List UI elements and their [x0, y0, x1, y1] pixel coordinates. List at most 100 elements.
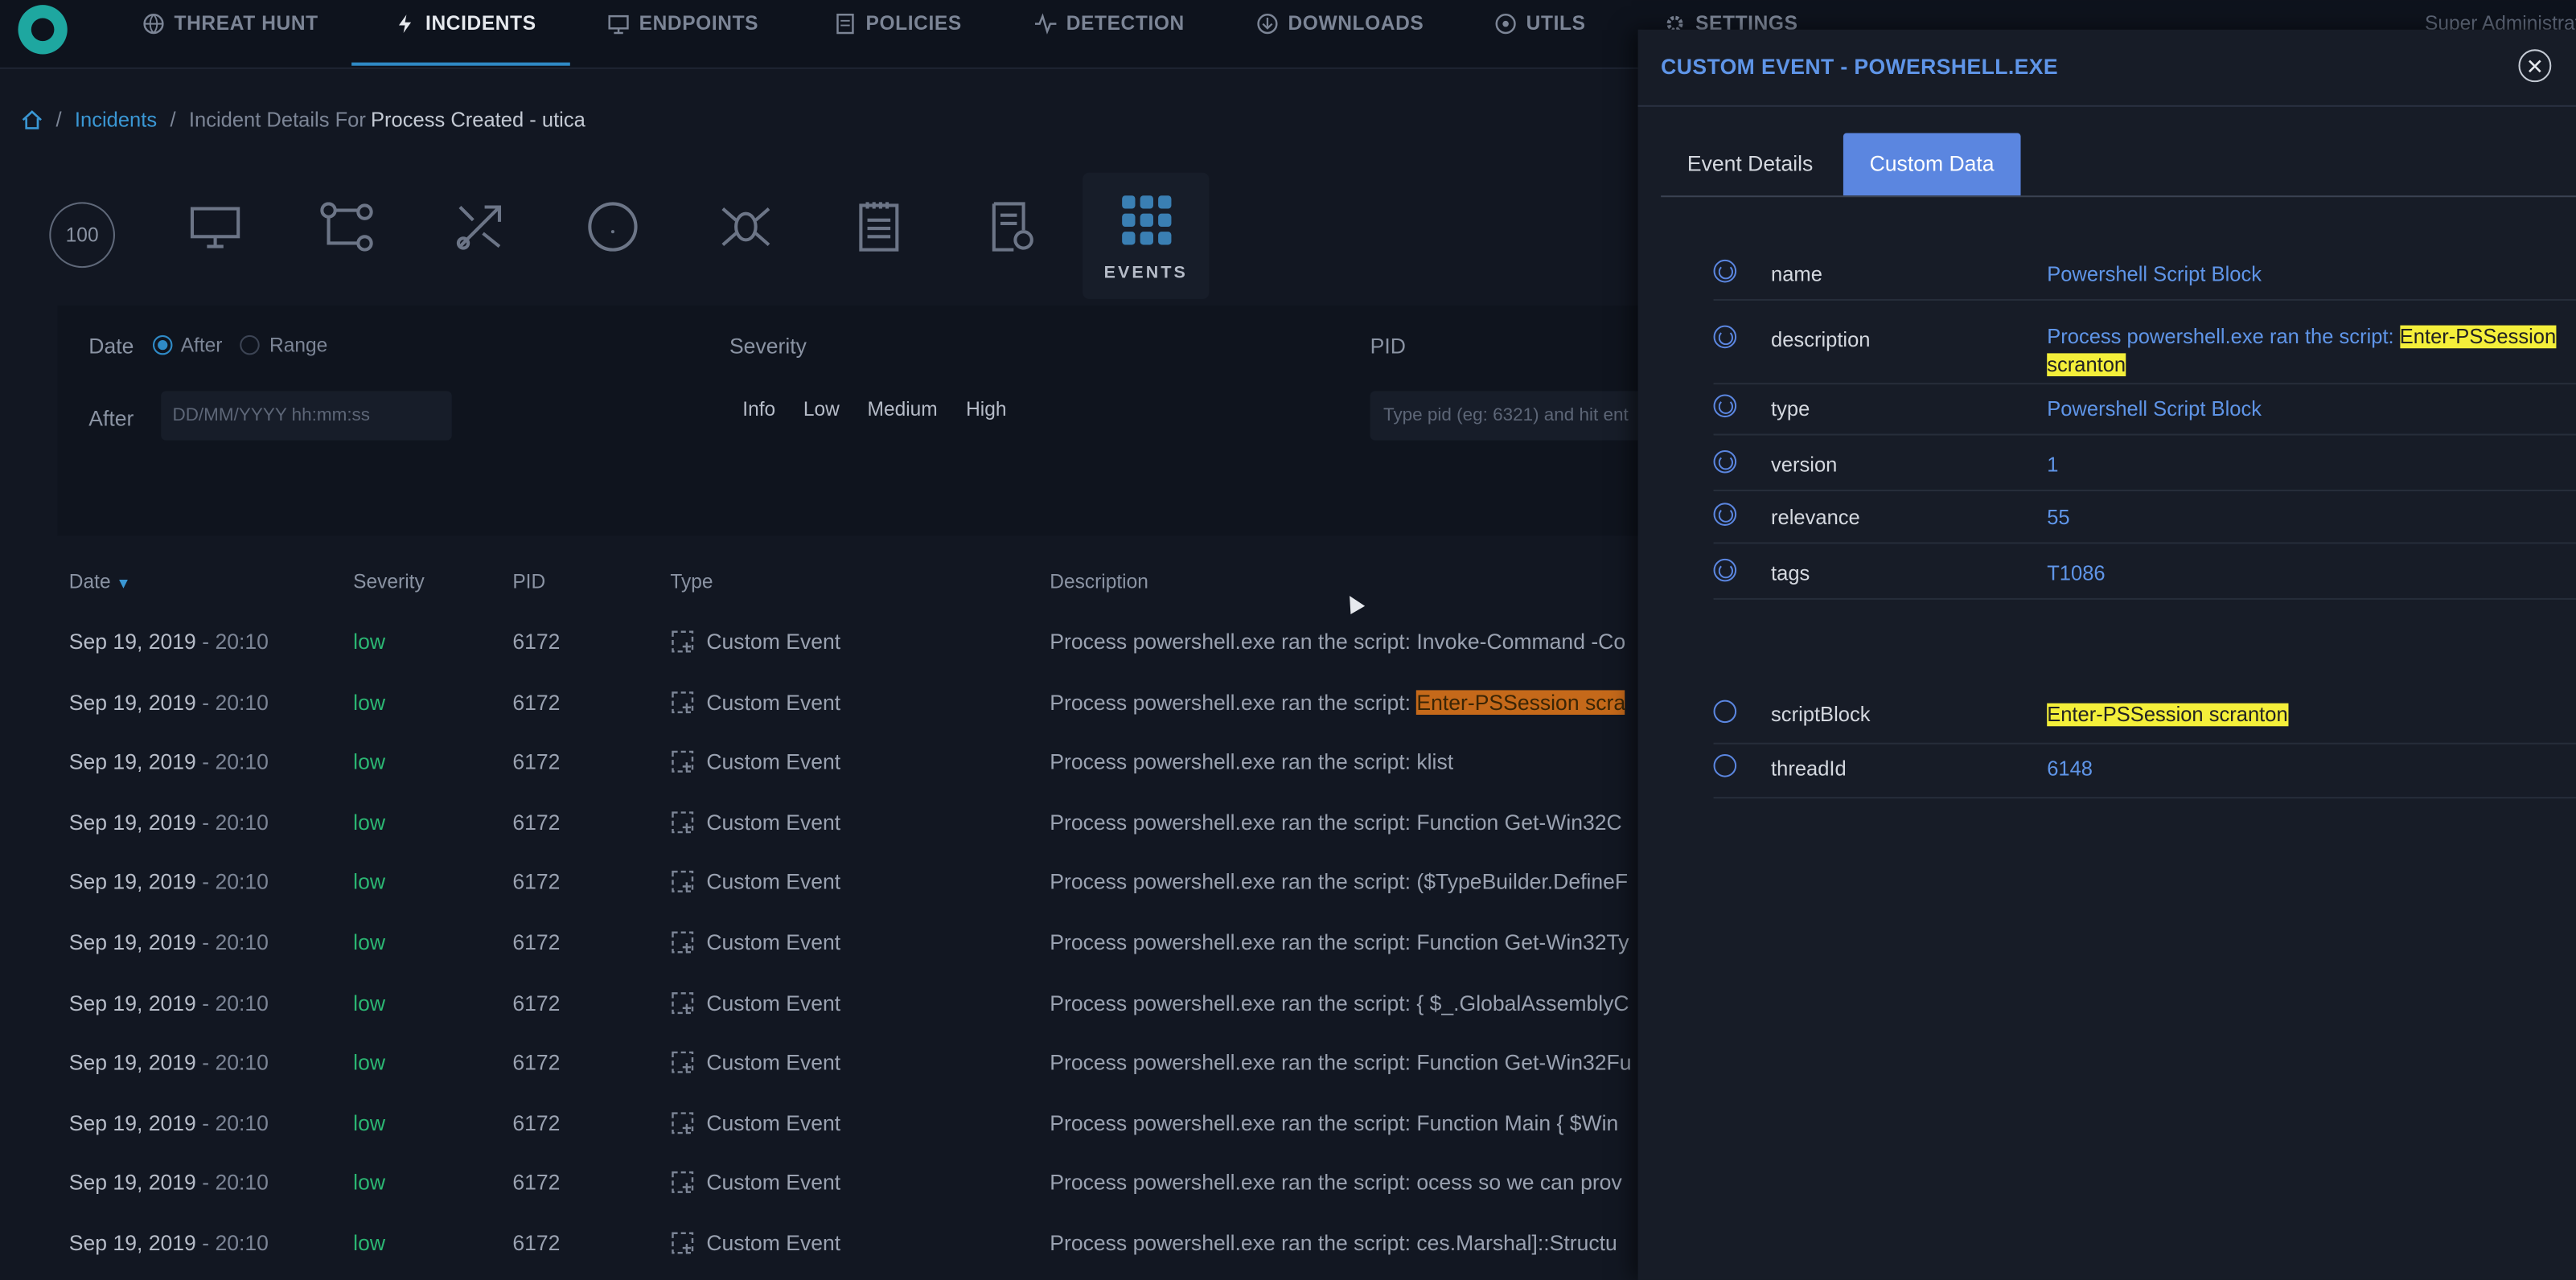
header-label: Date: [68, 570, 111, 593]
row-divider: [1713, 433, 2576, 436]
field-key: relevance: [1771, 506, 1860, 530]
sort-down-icon[interactable]: ▼: [116, 575, 130, 591]
cell-description: Process powershell.exe ran the script: I…: [1050, 630, 1637, 654]
custom-event-icon: [672, 630, 694, 653]
expand-icon[interactable]: [1713, 394, 1737, 418]
description-prefix: Process powershell.exe ran the script:: [1050, 990, 1411, 1015]
date-text: Sep 19, 2019: [68, 929, 196, 955]
expand-icon[interactable]: [1713, 325, 1737, 349]
field-key: scriptBlock: [1771, 703, 1871, 727]
type-text: Custom Event: [706, 1050, 841, 1075]
column-header-pid[interactable]: PID: [512, 570, 545, 593]
time-text: - 20:10: [202, 929, 269, 955]
type-text: Custom Event: [706, 1110, 841, 1135]
time-text: - 20:10: [202, 1230, 269, 1256]
table-row[interactable]: Sep 19, 2019 - 20:10 low 6172 Custom Event P…: [0, 930, 1638, 990]
field-key: type: [1771, 397, 1810, 421]
expand-icon[interactable]: [1713, 503, 1737, 526]
column-header-severity[interactable]: Severity: [353, 570, 425, 593]
cell-pid: 6172: [512, 869, 561, 895]
column-header-type[interactable]: Type: [670, 570, 713, 593]
table-row[interactable]: Sep 19, 2019 - 20:10 low 6172 Custom Event P…: [0, 1110, 1638, 1170]
cell-description: Process powershell.exe ran the script: F…: [1050, 930, 1637, 955]
date-text: Sep 19, 2019: [68, 629, 196, 654]
tab-event-details[interactable]: Event Details: [1661, 133, 1839, 196]
description-script: { $_.GlobalAssemblyC: [1416, 990, 1629, 1015]
custom-event-icon: [672, 691, 694, 713]
cell-pid: 6172: [512, 629, 561, 654]
expand-icon[interactable]: [1713, 449, 1737, 474]
radio-icon[interactable]: [1713, 699, 1737, 724]
cell-severity: low: [353, 990, 386, 1015]
cell-description: Process powershell.exe ran the script: k…: [1050, 749, 1637, 774]
table-row[interactable]: Sep 19, 2019 - 20:10 low 6172 Custom Event P…: [0, 810, 1638, 869]
value-prefix: Process powershell.exe ran the script:: [2047, 325, 2394, 349]
cell-type: Custom Event: [670, 630, 840, 654]
value-highlight: Enter-PSSession scranton: [2047, 703, 2288, 727]
tab-custom-data[interactable]: Custom Data: [1843, 133, 2021, 196]
table-row[interactable]: Sep 19, 2019 - 20:10 low 6172 Custom Event P…: [0, 870, 1638, 929]
cell-severity: low: [353, 810, 386, 835]
tab-underline: [1661, 195, 2576, 198]
custom-event-icon: [672, 1111, 694, 1134]
column-header-date[interactable]: Date ▼: [69, 570, 131, 593]
description-script: klist: [1416, 749, 1454, 774]
cell-date: Sep 19, 2019 - 20:10: [69, 1110, 269, 1135]
table-row[interactable]: Sep 19, 2019 - 20:10 low 6172 Custom Event P…: [0, 1171, 1638, 1230]
cell-pid: 6172: [512, 1050, 561, 1075]
type-text: Custom Event: [706, 810, 841, 835]
cell-description: Process powershell.exe ran the script: E…: [1050, 689, 1637, 715]
field-value: Process powershell.exe ran the script: E…: [2047, 324, 2573, 379]
cell-severity: low: [353, 1170, 386, 1196]
description-prefix: Process powershell.exe ran the script:: [1050, 689, 1411, 715]
expand-icon[interactable]: [1713, 558, 1737, 582]
cell-description: Process powershell.exe ran the script: (…: [1050, 870, 1637, 895]
cell-severity: low: [353, 1110, 386, 1135]
field-key: name: [1771, 262, 1822, 286]
time-text: - 20:10: [202, 869, 269, 895]
table-row[interactable]: Sep 19, 2019 - 20:10 low 6172 Custom Event P…: [0, 689, 1638, 749]
description-script: Invoke-Command -Co: [1416, 629, 1626, 654]
close-icon[interactable]: ✕: [2518, 49, 2552, 83]
cell-date: Sep 19, 2019 - 20:10: [69, 1171, 269, 1196]
expand-icon[interactable]: [1713, 259, 1737, 283]
table-row[interactable]: Sep 19, 2019 - 20:10 low 6172 Custom Event P…: [0, 1231, 1638, 1280]
field-key: description: [1771, 328, 1871, 352]
cell-type: Custom Event: [670, 870, 840, 895]
type-text: Custom Event: [706, 749, 841, 774]
custom-event-icon: [672, 1232, 694, 1254]
custom-event-icon: [672, 1052, 694, 1074]
description-prefix: Process powershell.exe ran the script:: [1050, 929, 1411, 955]
radio-icon[interactable]: [1713, 754, 1737, 777]
table-row[interactable]: Sep 19, 2019 - 20:10 low 6172 Custom Event P…: [0, 1050, 1638, 1110]
time-text: - 20:10: [202, 1170, 269, 1196]
date-text: Sep 19, 2019: [68, 1050, 196, 1075]
time-text: - 20:10: [202, 810, 269, 835]
cell-pid: 6172: [512, 749, 561, 774]
description-prefix: Process powershell.exe ran the script:: [1050, 1050, 1411, 1075]
description-prefix: Process powershell.exe ran the script:: [1050, 869, 1411, 895]
cell-date: Sep 19, 2019 - 20:10: [69, 749, 269, 774]
field-value: Powershell Script Block: [2047, 397, 2262, 421]
cell-type: Custom Event: [670, 810, 840, 835]
table-row[interactable]: Sep 19, 2019 - 20:10 low 6172 Custom Event P…: [0, 749, 1638, 809]
description-prefix: Process powershell.exe ran the script:: [1050, 810, 1411, 835]
cell-pid: 6172: [512, 689, 561, 715]
table-row[interactable]: Sep 19, 2019 - 20:10 low 6172 Custom Event P…: [0, 630, 1638, 689]
cell-pid: 6172: [512, 1110, 561, 1135]
field-value: 55: [2047, 506, 2070, 530]
custom-event-icon: [672, 931, 694, 954]
cell-type: Custom Event: [670, 990, 840, 1015]
cell-type: Custom Event: [670, 929, 841, 955]
custom-event-icon: [672, 751, 694, 773]
type-text: Custom Event: [706, 929, 841, 955]
time-text: - 20:10: [202, 990, 269, 1015]
table-row[interactable]: Sep 19, 2019 - 20:10 low 6172 Custom Event P…: [0, 990, 1638, 1049]
cell-type: Custom Event: [670, 749, 840, 774]
date-text: Sep 19, 2019: [68, 810, 196, 835]
description-script: Function Get-Win32Ty: [1416, 929, 1629, 955]
date-text: Sep 19, 2019: [68, 689, 196, 715]
row-divider: [1713, 742, 2576, 745]
description-script: ocess so we can prov: [1416, 1170, 1622, 1196]
column-header-description[interactable]: Description: [1050, 570, 1148, 593]
